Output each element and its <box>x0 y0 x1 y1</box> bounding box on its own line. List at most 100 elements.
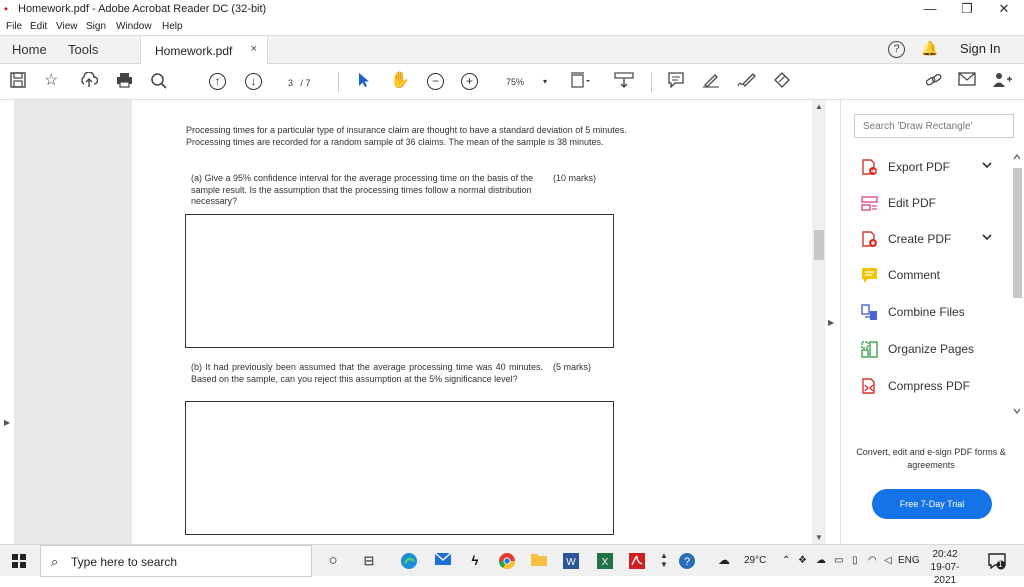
zoom-out-icon[interactable]: − <box>427 73 444 90</box>
mail-icon[interactable] <box>434 552 452 570</box>
print-icon[interactable] <box>116 72 133 93</box>
current-page[interactable]: 3 <box>288 78 293 88</box>
volume-icon[interactable]: ◁ <box>884 555 892 566</box>
hand-tool-icon[interactable]: ✋ <box>390 72 410 90</box>
share-upload-icon[interactable] <box>80 71 99 93</box>
close-window-button[interactable]: ✕ <box>985 0 1023 18</box>
save-icon[interactable] <box>10 72 26 93</box>
answer-box-a[interactable] <box>185 214 614 348</box>
chevron-down-icon[interactable] <box>982 160 992 173</box>
share-link-icon[interactable] <box>924 72 944 93</box>
send-sign-icon[interactable] <box>773 72 791 93</box>
compress-pdf-icon <box>861 378 878 395</box>
sign-pen-icon[interactable] <box>737 72 757 93</box>
expand-left-pane-icon[interactable]: ▶ <box>4 418 10 427</box>
wifi-icon[interactable]: ◠ <box>868 555 877 566</box>
system-clock[interactable]: 20:42 19-07-2021 <box>920 548 970 587</box>
scroll-down-icon[interactable]: ▼ <box>815 533 823 542</box>
tool-edit-pdf[interactable]: Edit PDF <box>861 194 1011 214</box>
zoom-in-icon[interactable]: + <box>461 73 478 90</box>
document-scrollbar[interactable]: ▲ ▼ <box>812 100 826 544</box>
minimize-button[interactable]: — <box>911 0 949 18</box>
help-icon[interactable]: ? <box>888 41 905 58</box>
taskbar-search-input[interactable]: ⌕ Type here to search <box>40 545 312 577</box>
document-tab-label: Homework.pdf <box>155 44 233 58</box>
file-explorer-icon[interactable] <box>530 552 548 570</box>
tools-search-input[interactable]: Search 'Draw Rectangle' <box>854 114 1014 138</box>
tool-organize-pages[interactable]: Organize Pages <box>861 340 1011 360</box>
show-hidden-icons[interactable]: ⌃ <box>782 555 790 566</box>
left-pane-strip: ▶ <box>0 100 14 544</box>
tools-scrollbar[interactable] <box>1010 152 1024 418</box>
pdf-page[interactable]: Processing times for a particular type o… <box>132 100 812 544</box>
language-indicator[interactable]: ENG <box>898 555 920 566</box>
tools-pane: Search 'Draw Rectangle' Export PDF Edit … <box>840 100 1024 544</box>
task-view-icon[interactable]: ⊟ <box>360 552 378 570</box>
weather-cloud-icon[interactable]: ☁ <box>718 553 730 567</box>
collapse-right-pane-icon[interactable]: ▶ <box>828 318 834 327</box>
free-trial-button[interactable]: Free 7-Day Trial <box>872 489 992 519</box>
next-page-icon[interactable]: ↓ <box>245 73 262 90</box>
scroll-up-icon[interactable]: ▲ <box>815 102 823 111</box>
tab-document[interactable]: Homework.pdf × <box>140 36 268 65</box>
zoom-level[interactable]: 75% <box>506 77 524 87</box>
scroll-down-icon[interactable] <box>1013 408 1021 414</box>
tool-label: Compress PDF <box>888 379 971 393</box>
restore-button[interactable]: ❐ <box>948 0 986 18</box>
tray-scroll-arrows[interactable]: ▲ ▼ <box>660 551 668 569</box>
dropbox-icon[interactable]: ❖ <box>798 555 807 566</box>
tools-scrollbar-thumb[interactable] <box>1013 168 1022 298</box>
cortana-icon[interactable]: ○ <box>324 552 342 570</box>
tool-export-pdf[interactable]: Export PDF <box>861 158 1011 178</box>
zoom-search-icon[interactable] <box>150 72 168 95</box>
lightning-app-icon[interactable]: ϟ <box>466 552 484 570</box>
onedrive-cloud-icon[interactable]: ☁ <box>816 555 826 566</box>
weather-temperature[interactable]: 29°C <box>744 555 766 566</box>
comment-icon[interactable] <box>668 72 684 93</box>
tool-create-pdf[interactable]: Create PDF <box>861 230 1011 250</box>
export-pdf-icon <box>861 159 878 176</box>
highlight-pen-icon[interactable] <box>702 72 720 93</box>
help-app-icon[interactable]: ? <box>678 552 696 570</box>
tool-combine-files[interactable]: Combine Files <box>861 303 1011 323</box>
scrollbar-thumb[interactable] <box>814 230 824 260</box>
word-icon[interactable]: W <box>562 552 580 570</box>
menu-file[interactable]: File <box>6 21 22 32</box>
excel-icon[interactable]: X <box>596 552 614 570</box>
tab-tools[interactable]: Tools <box>68 42 98 57</box>
tab-home[interactable]: Home <box>12 42 47 57</box>
problem-intro-text: Processing times for a particular type o… <box>186 125 627 147</box>
chevron-down-icon[interactable] <box>982 232 992 245</box>
edge-browser-icon[interactable] <box>400 552 418 570</box>
page-indicator[interactable]: 3 / 7 <box>288 78 311 88</box>
menu-help[interactable]: Help <box>162 21 183 32</box>
document-viewer[interactable]: Processing times for a particular type o… <box>0 100 826 544</box>
close-tab-icon[interactable]: × <box>251 43 257 55</box>
tool-compress-pdf[interactable]: Compress PDF <box>861 377 1011 397</box>
menu-sign[interactable]: Sign <box>86 21 106 32</box>
page-fit-icon[interactable] <box>570 72 590 93</box>
notification-center-icon[interactable] <box>988 552 1006 570</box>
select-cursor-icon[interactable] <box>358 72 370 93</box>
windows-start-icon[interactable] <box>12 554 26 568</box>
chrome-browser-icon[interactable] <box>498 552 516 570</box>
acrobat-taskbar-icon[interactable] <box>628 552 646 570</box>
scroll-mode-icon[interactable] <box>614 72 634 93</box>
scroll-up-icon[interactable] <box>1013 154 1021 160</box>
svg-text:?: ? <box>684 556 690 568</box>
tool-label: Export PDF <box>888 160 951 174</box>
bell-icon[interactable]: 🔔 <box>921 40 938 57</box>
menu-view[interactable]: View <box>56 21 78 32</box>
answer-box-b[interactable] <box>185 401 614 535</box>
zoom-dropdown-icon[interactable]: ▾ <box>543 77 547 86</box>
display-icon[interactable]: ▯ <box>852 555 858 566</box>
email-icon[interactable] <box>958 72 976 91</box>
battery-icon[interactable]: ▭ <box>834 555 843 566</box>
add-user-icon[interactable] <box>992 72 1012 93</box>
bookmark-star-icon[interactable]: ☆ <box>44 72 58 90</box>
previous-page-icon[interactable]: ↑ <box>209 73 226 90</box>
sign-in-button[interactable]: Sign In <box>960 41 1000 56</box>
tool-comment[interactable]: Comment <box>861 266 1011 286</box>
menu-edit[interactable]: Edit <box>30 21 47 32</box>
menu-window[interactable]: Window <box>116 21 152 32</box>
